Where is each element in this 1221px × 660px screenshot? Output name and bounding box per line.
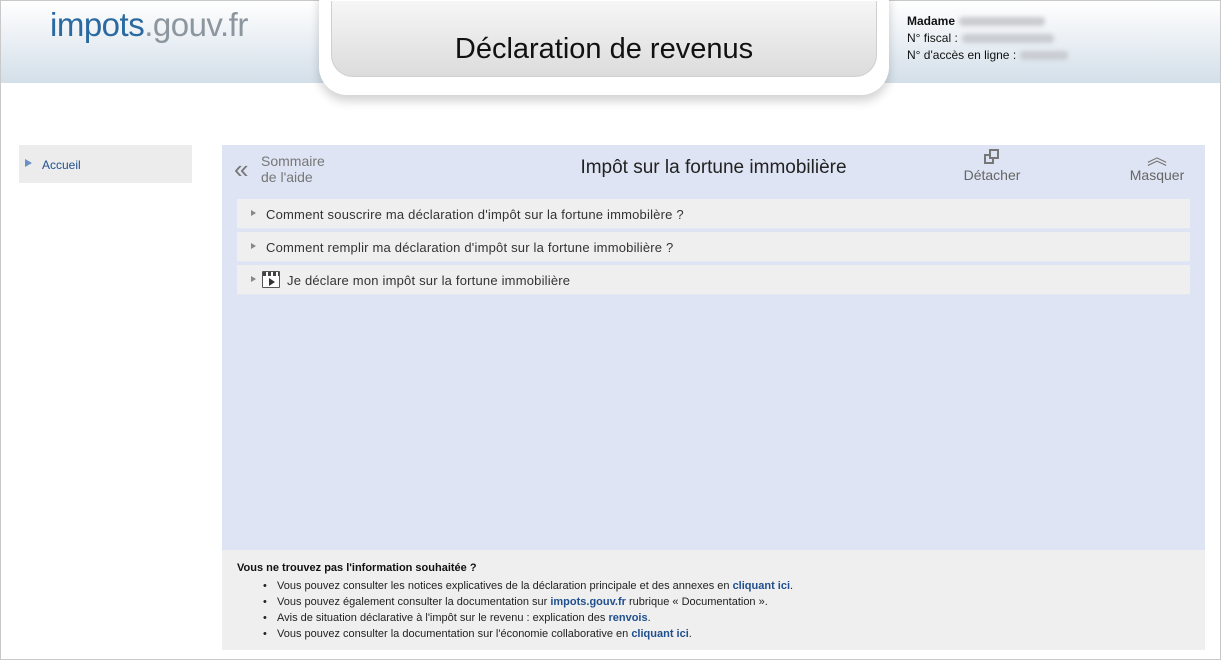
footer-list: Vous pouvez consulter les notices explic… bbox=[263, 578, 793, 642]
faq-item-remplir[interactable]: Comment remplir ma déclaration d'impôt s… bbox=[237, 232, 1190, 262]
detach-icon bbox=[984, 149, 1000, 165]
footer-item-suffix: . bbox=[647, 612, 651, 624]
footer-item-text: Vous pouvez également consulter la docum… bbox=[277, 596, 551, 608]
list-item: Vous pouvez consulter la documentation s… bbox=[263, 626, 793, 642]
footer-question: Vous ne trouvez pas l'information souhai… bbox=[237, 562, 477, 574]
footer-item-suffix: . bbox=[790, 580, 794, 592]
title-tab: Déclaration de revenus bbox=[319, 0, 889, 95]
help-footer: Vous ne trouvez pas l'information souhai… bbox=[222, 550, 1205, 650]
logo-text-domain: .gouv.fr bbox=[144, 6, 248, 43]
video-icon bbox=[262, 271, 280, 288]
page: impots.gouv.fr Déclaration de revenus Ma… bbox=[0, 0, 1221, 660]
detach-label: Détacher bbox=[963, 167, 1021, 183]
faq-item-label: Je déclare mon impôt sur la fortune immo… bbox=[287, 273, 571, 288]
title-tab-inner: Déclaration de revenus bbox=[331, 1, 877, 77]
logo-text-main: impots bbox=[50, 6, 145, 43]
site-header: impots.gouv.fr Déclaration de revenus Ma… bbox=[1, 0, 1220, 95]
fiscal-number-redacted bbox=[961, 34, 1054, 44]
triangle-right-icon bbox=[251, 210, 256, 216]
fiscal-number-label: N° fiscal : bbox=[907, 31, 958, 45]
footer-item-text: Vous pouvez consulter les notices explic… bbox=[277, 580, 733, 592]
list-item: Vous pouvez consulter les notices explic… bbox=[263, 578, 793, 594]
sidebar-item-accueil[interactable]: Accueil bbox=[19, 145, 192, 183]
detach-button[interactable]: Détacher bbox=[961, 149, 1023, 183]
triangle-right-icon bbox=[251, 243, 256, 249]
triangle-right-icon bbox=[251, 276, 256, 282]
footer-link-notices[interactable]: cliquant ici bbox=[733, 580, 790, 592]
page-title: Déclaration de revenus bbox=[454, 33, 754, 65]
footer-link-renvois[interactable]: renvois bbox=[608, 612, 647, 624]
list-item: Avis de situation déclarative à l'impôt … bbox=[263, 610, 793, 626]
site-logo[interactable]: impots.gouv.fr bbox=[50, 5, 248, 45]
user-info: Madame N° fiscal : N° d'accès en ligne : bbox=[907, 13, 1069, 64]
sidebar-item-label: Accueil bbox=[42, 158, 81, 172]
user-name-redacted bbox=[959, 17, 1046, 27]
hide-label: Masquer bbox=[1129, 167, 1185, 183]
access-number-redacted bbox=[1020, 51, 1069, 61]
footer-item-suffix: . bbox=[688, 628, 692, 640]
faq-item-souscrire[interactable]: Comment souscrire ma déclaration d'impôt… bbox=[237, 199, 1190, 229]
footer-link-economie[interactable]: cliquant ici bbox=[631, 628, 688, 640]
triangle-right-icon bbox=[25, 159, 32, 167]
footer-item-text: Avis de situation déclarative à l'impôt … bbox=[277, 612, 609, 624]
faq-item-video[interactable]: Je déclare mon impôt sur la fortune immo… bbox=[237, 265, 1190, 295]
help-title: Impôt sur la fortune immobilière bbox=[580, 157, 847, 178]
hide-button[interactable]: ︽ Masquer bbox=[1126, 147, 1188, 183]
help-panel: « Sommaire de l'aide Impôt sur la fortun… bbox=[222, 145, 1205, 550]
double-chevron-up-icon: ︽ bbox=[1147, 147, 1167, 169]
access-number-label: N° d'accès en ligne : bbox=[907, 48, 1017, 62]
user-title: Madame bbox=[907, 14, 956, 28]
footer-item-text: Vous pouvez consulter la documentation s… bbox=[277, 628, 632, 640]
footer-item-suffix: rubrique « Documentation ». bbox=[625, 596, 768, 608]
footer-link-impots[interactable]: impots.gouv.fr bbox=[550, 596, 626, 608]
list-item: Vous pouvez également consulter la docum… bbox=[263, 594, 793, 610]
faq-item-label: Comment souscrire ma déclaration d'impôt… bbox=[266, 207, 684, 222]
faq-item-label: Comment remplir ma déclaration d'impôt s… bbox=[266, 240, 674, 255]
